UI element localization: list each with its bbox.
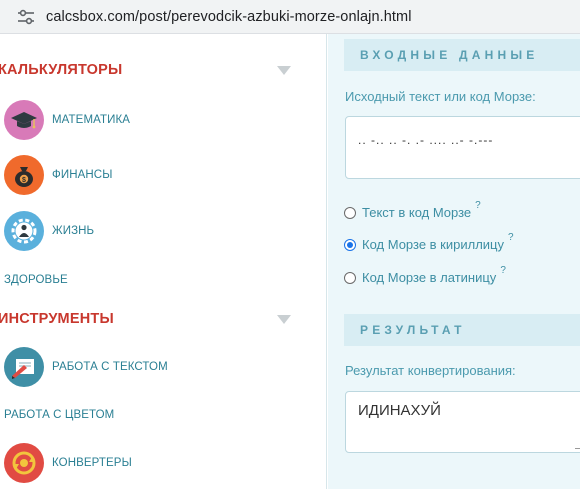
sidebar-item-label: МАТЕМАТИКА <box>52 114 131 126</box>
chevron-down-icon[interactable] <box>277 66 291 75</box>
result-section-title: РЕЗУЛЬТАТ <box>360 323 466 337</box>
money-bag-icon: $ <box>4 155 44 195</box>
input-section-header: ВХОДНЫЕ ДАННЫЕ <box>344 39 580 71</box>
morse-input-textarea[interactable]: .. -.. .. -. .- .... ..- -.--- <box>345 116 580 179</box>
resize-handle-icon[interactable] <box>575 443 580 449</box>
sidebar-item-label: РАБОТА С ТЕКСТОМ <box>52 361 168 373</box>
converter-icon <box>4 443 44 483</box>
sidebar-item-label: ЖИЗНЬ <box>52 225 95 237</box>
section-header-tools[interactable]: ИНСТРУМЕНТЫ <box>0 307 300 331</box>
help-icon[interactable]: ? <box>500 265 506 276</box>
section-title: КАЛЬКУЛЯТОРЫ <box>0 62 123 78</box>
option-morse-to-latin[interactable]: Код Морзе в латиницу ? <box>344 265 506 285</box>
option-morse-to-cyrillic[interactable]: Код Морзе в кириллицу ? <box>344 232 514 252</box>
result-field-label: Результат конвертирования: <box>345 363 516 378</box>
radio-label: Код Морзе в латиницу <box>362 270 497 285</box>
sidebar-item-label: КОНВЕРТЕРЫ <box>52 457 132 469</box>
input-field-label: Исходный текст или код Морзе: <box>345 89 536 104</box>
sidebar-item-label: ЗДОРОВЬЕ <box>4 274 68 286</box>
help-icon[interactable]: ? <box>508 232 514 243</box>
text-editor-icon <box>4 347 44 387</box>
section-header-calculators[interactable]: КАЛЬКУЛЯТОРЫ <box>0 58 300 82</box>
result-section-header: РЕЗУЛЬТАТ <box>344 314 580 346</box>
sidebar-item-life[interactable]: ЖИЗНЬ <box>0 211 300 251</box>
radio-morse-to-latin[interactable] <box>344 271 356 284</box>
url-text[interactable]: calcsbox.com/post/perevodcik-azbuki-morz… <box>46 9 412 25</box>
sidebar-item-label: ФИНАНСЫ <box>52 169 113 181</box>
svg-text:$: $ <box>22 177 26 184</box>
sidebar-item-label: РАБОТА С ЦВЕТОМ <box>4 409 115 421</box>
radio-label: Код Морзе в кириллицу <box>362 237 504 252</box>
result-output-value: ИДИНАХУЙ <box>358 402 441 419</box>
help-icon[interactable]: ? <box>475 200 481 211</box>
input-section-title: ВХОДНЫЕ ДАННЫЕ <box>360 48 539 62</box>
sidebar-item-text-tools[interactable]: РАБОТА С ТЕКСТОМ <box>0 347 300 387</box>
sidebar-item-converters[interactable]: КОНВЕРТЕРЫ <box>0 443 300 483</box>
sidebar-item-math[interactable]: МАТЕМАТИКА <box>0 100 300 140</box>
converter-panel: ВХОДНЫЕ ДАННЫЕ Исходный текст или код Мо… <box>328 34 580 489</box>
section-title: ИНСТРУМЕНТЫ <box>0 311 114 327</box>
option-text-to-morse[interactable]: Текст в код Морзе ? <box>344 200 481 220</box>
page: calcsbox.com/post/perevodcik-azbuki-morz… <box>0 0 580 489</box>
radio-morse-to-cyrillic[interactable] <box>344 238 356 251</box>
address-bar[interactable]: calcsbox.com/post/perevodcik-azbuki-morz… <box>0 0 580 34</box>
person-gear-icon <box>4 211 44 251</box>
sidebar: КАЛЬКУЛЯТОРЫ МАТЕМАТИКА $ ФИНАНСЫ ЖИЗНЬ … <box>0 34 327 489</box>
radio-text-to-morse[interactable] <box>344 206 356 219</box>
sidebar-item-finance[interactable]: $ ФИНАНСЫ <box>0 155 300 195</box>
sidebar-item-health[interactable]: ЗДОРОВЬЕ <box>0 270 300 290</box>
radio-label: Текст в код Морзе <box>362 205 472 220</box>
site-settings-icon[interactable] <box>16 7 36 27</box>
result-output-textarea[interactable]: ИДИНАХУЙ <box>345 391 580 453</box>
graduation-cap-icon <box>4 100 44 140</box>
sidebar-item-color-tools[interactable]: РАБОТА С ЦВЕТОМ <box>0 405 300 425</box>
morse-input-value: .. -.. .. -. .- .... ..- -.--- <box>358 133 494 147</box>
chevron-down-icon[interactable] <box>277 315 291 324</box>
